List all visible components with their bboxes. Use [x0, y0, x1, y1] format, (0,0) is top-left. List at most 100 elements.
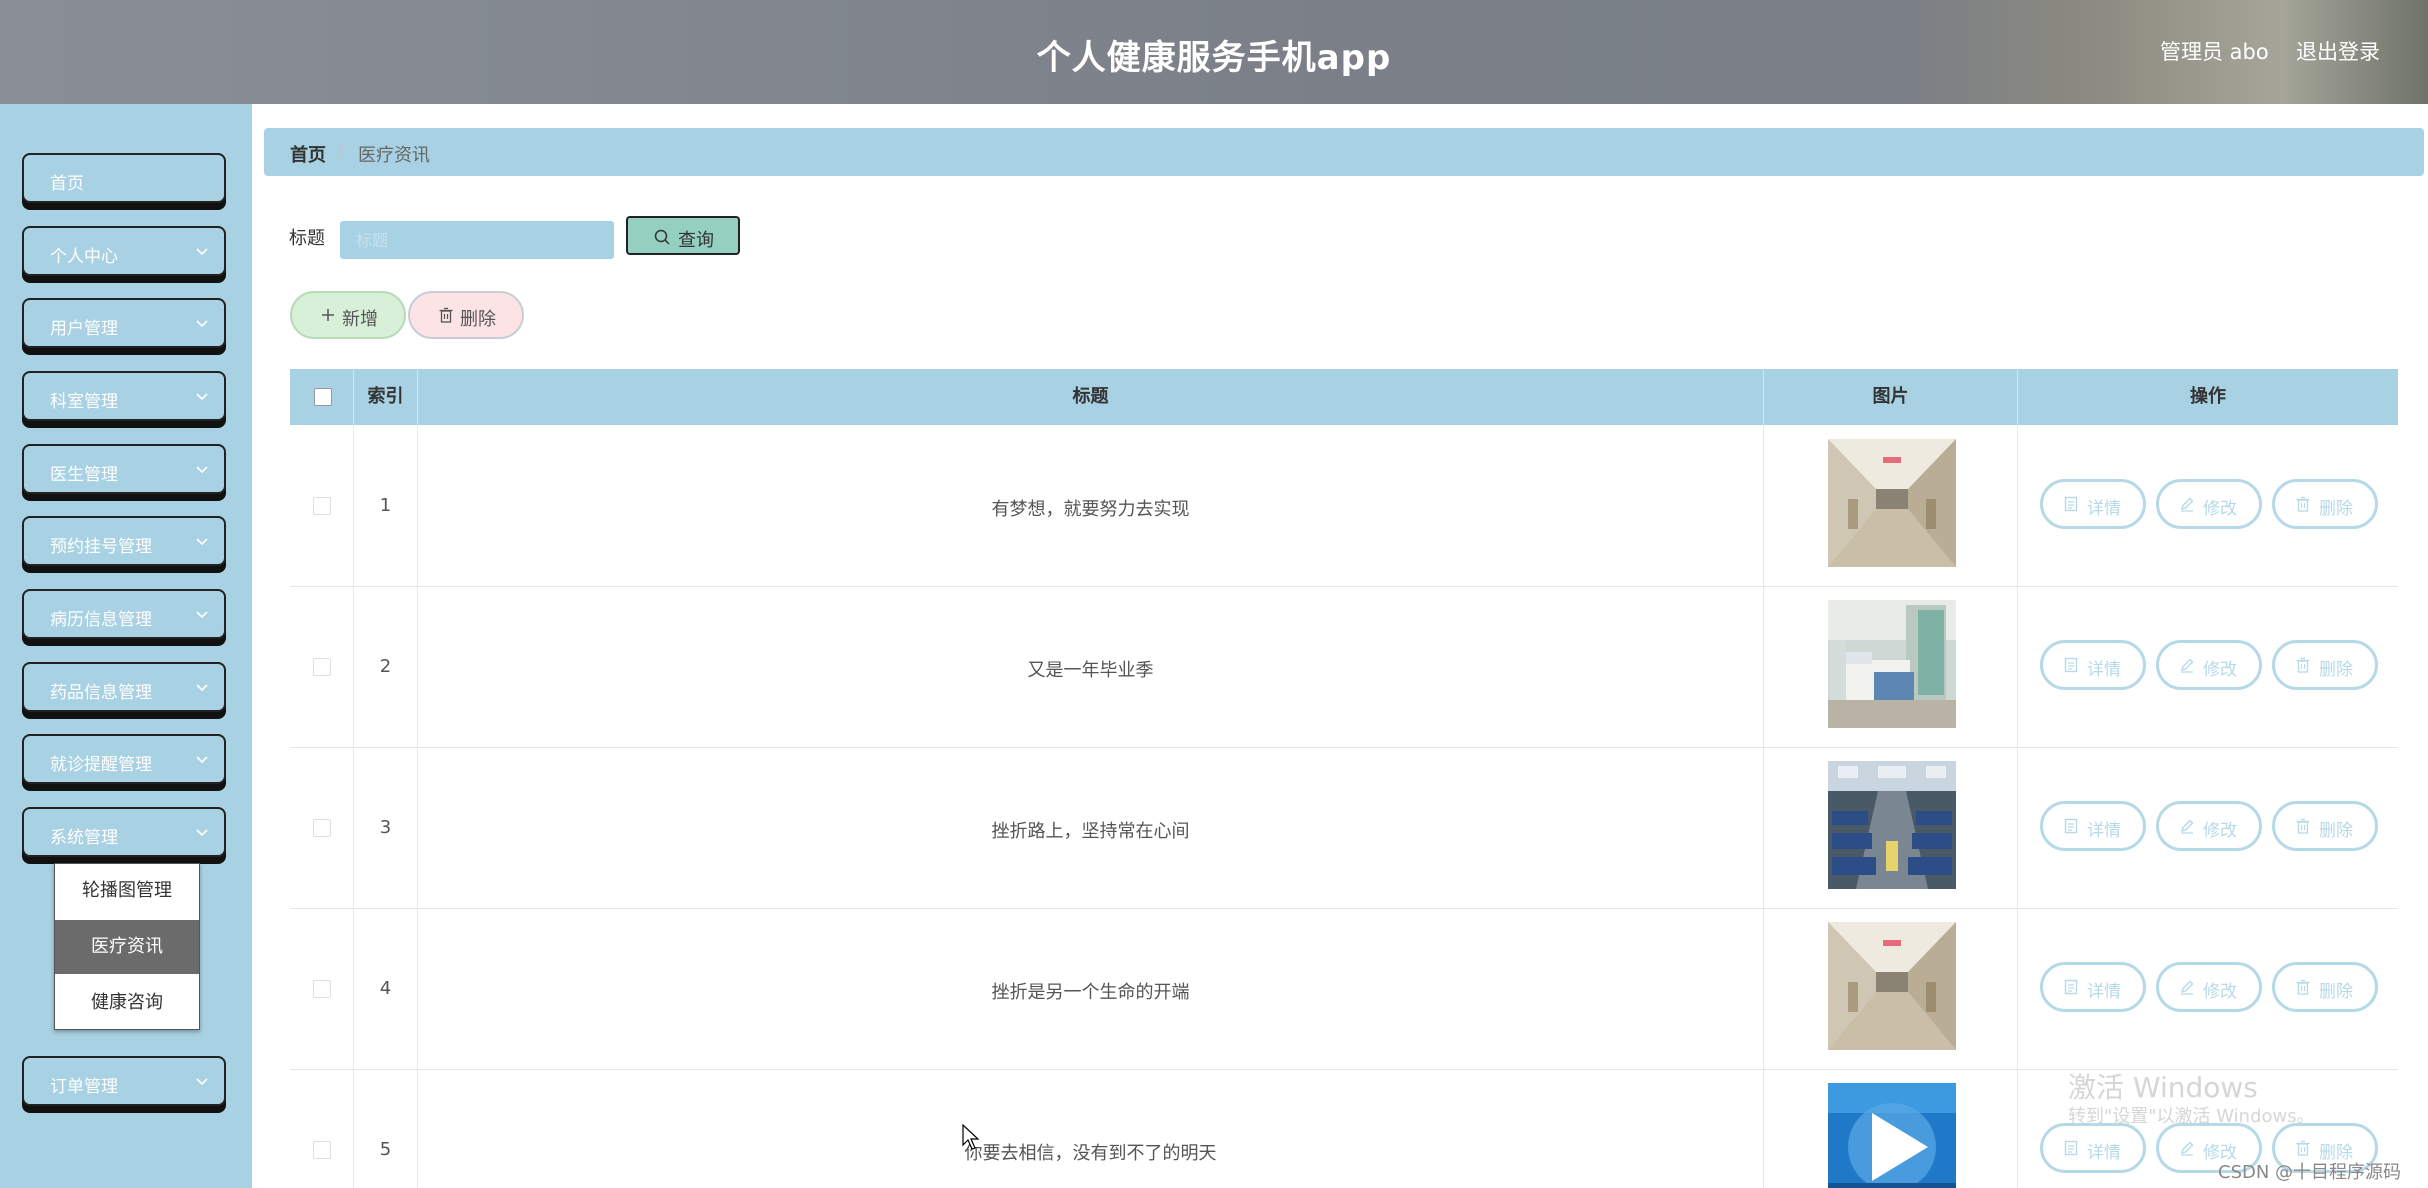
edit-pencil-icon [2180, 658, 2194, 673]
chevron-down-icon [196, 248, 208, 256]
index-cell: 4 [354, 908, 418, 1070]
actions-cell: 详情 修改 删除 [2018, 586, 2398, 748]
csdn-watermark: CSDN @十目程序源码 [2218, 1162, 2402, 1183]
title-cell: 有梦想，就要努力去实现 [418, 425, 1764, 587]
trash-icon [2296, 496, 2310, 512]
delete-button[interactable]: 删除 [2272, 962, 2378, 1012]
row-title: 又是一年毕业季 [1027, 660, 1154, 681]
chevron-down-icon [196, 320, 208, 328]
row-index: 2 [379, 656, 392, 677]
delete-button-label: 删除 [2319, 660, 2353, 679]
search-label: 标题 [289, 228, 325, 249]
breadcrumb-separator: / [337, 141, 344, 162]
sidebar-item-drug-management[interactable]: 药品信息管理 [22, 662, 226, 712]
top-header: 个人健康服务手机app 管理员 abo 退出登录 [0, 0, 2428, 104]
sidebar-item-user-management[interactable]: 用户管理 [22, 298, 226, 348]
trash-icon [2296, 657, 2310, 673]
sidebar-item-system-management[interactable]: 系统管理 [22, 807, 226, 857]
row-title: 挫折是另一个生命的开端 [991, 982, 1190, 1003]
news-thumbnail[interactable] [1828, 761, 1956, 889]
column-header-index: 索引 [354, 369, 418, 425]
sidebar-item-label: 系统管理 [50, 828, 118, 848]
row-checkbox[interactable] [313, 497, 331, 515]
breadcrumb-current: 医疗资讯 [358, 145, 430, 166]
row-checkbox[interactable] [313, 980, 331, 998]
windows-activation-watermark: 激活 Windows [2068, 1071, 2258, 1104]
sidebar-item-order-management[interactable]: 订单管理 [22, 1056, 226, 1106]
document-icon [2064, 657, 2078, 673]
detail-button-label: 详情 [2087, 982, 2121, 1001]
delete-button[interactable]: 删除 [2272, 801, 2378, 851]
sidebar-item-home[interactable]: 首页 [22, 153, 226, 203]
add-button[interactable]: 新增 [290, 291, 406, 339]
row-index: 1 [379, 495, 392, 516]
news-thumbnail[interactable] [1828, 439, 1956, 567]
edit-pencil-icon [2180, 980, 2194, 995]
edit-pencil-icon [2180, 819, 2194, 834]
edit-button[interactable]: 修改 [2156, 479, 2262, 529]
detail-button[interactable]: 详情 [2040, 640, 2146, 690]
actions-cell: 详情 修改 删除 [2018, 747, 2398, 909]
row-checkbox[interactable] [313, 658, 331, 676]
edit-button[interactable]: 修改 [2156, 801, 2262, 851]
sidebar-item-visit-reminder-management[interactable]: 就诊提醒管理 [22, 734, 226, 784]
sidebar-item-medical-record-management[interactable]: 病历信息管理 [22, 589, 226, 639]
chevron-down-icon [196, 1078, 208, 1086]
sidebar-item-label: 病历信息管理 [50, 610, 152, 630]
delete-button[interactable]: 删除 [2272, 640, 2378, 690]
image-cell [1764, 586, 2018, 748]
select-all-checkbox[interactable] [314, 388, 332, 406]
row-index: 3 [379, 817, 392, 838]
image-cell [1764, 425, 2018, 587]
row-index: 4 [379, 978, 392, 999]
edit-button-label: 修改 [2203, 660, 2237, 679]
title-search-input[interactable] [340, 221, 614, 259]
detail-button[interactable]: 详情 [2040, 1123, 2146, 1173]
submenu-item-carousel[interactable]: 轮播图管理 [55, 864, 199, 918]
search-icon [654, 229, 670, 245]
detail-button-label: 详情 [2087, 1143, 2121, 1162]
image-cell [1764, 1069, 2018, 1188]
batch-delete-button[interactable]: 删除 [408, 291, 524, 339]
delete-button[interactable]: 删除 [2272, 479, 2378, 529]
row-title: 挫折路上，坚持常在心间 [991, 821, 1190, 842]
detail-button[interactable]: 详情 [2040, 479, 2146, 529]
breadcrumb-home[interactable]: 首页 [290, 141, 326, 167]
edit-button[interactable]: 修改 [2156, 640, 2262, 690]
logout-link[interactable]: 退出登录 [2296, 36, 2380, 66]
sidebar-item-department-management[interactable]: 科室管理 [22, 371, 226, 421]
select-cell [290, 1069, 354, 1188]
table-row: 2 又是一年毕业季 详情 修改 删除 [290, 586, 2398, 748]
sidebar-item-personal-center[interactable]: 个人中心 [22, 226, 226, 276]
actions-cell: 详情 修改 删除 [2018, 425, 2398, 587]
submenu-item-health-consult[interactable]: 健康咨询 [55, 976, 199, 1030]
app-title: 个人健康服务手机app [1036, 38, 1392, 78]
trash-icon [2296, 1140, 2310, 1156]
sidebar-item-label: 个人中心 [50, 247, 118, 267]
sidebar-item-appointment-management[interactable]: 预约挂号管理 [22, 516, 226, 566]
detail-button[interactable]: 详情 [2040, 801, 2146, 851]
document-icon [2064, 818, 2078, 834]
edit-button[interactable]: 修改 [2156, 962, 2262, 1012]
table-row: 1 有梦想，就要努力去实现 详情 修改 删除 [290, 425, 2398, 587]
current-user: 管理员 abo [2160, 40, 2269, 64]
news-thumbnail[interactable] [1828, 600, 1956, 728]
select-cell [290, 425, 354, 587]
breadcrumb: 首页 / 医疗资讯 [264, 128, 2424, 176]
query-button[interactable]: 查询 [626, 216, 740, 255]
row-checkbox[interactable] [313, 1141, 331, 1159]
sidebar-item-doctor-management[interactable]: 医生管理 [22, 444, 226, 494]
detail-button[interactable]: 详情 [2040, 962, 2146, 1012]
column-header-title: 标题 [418, 369, 1764, 425]
row-title: 你要去相信，没有到不了的明天 [964, 1143, 1217, 1164]
image-cell [1764, 908, 2018, 1070]
news-thumbnail[interactable] [1828, 1083, 1956, 1188]
submenu-item-medical-news[interactable]: 医疗资讯 [55, 920, 199, 974]
news-thumbnail[interactable] [1828, 922, 1956, 1050]
plus-icon [322, 309, 334, 321]
sidebar-item-label: 医生管理 [50, 465, 118, 485]
title-cell: 挫折路上，坚持常在心间 [418, 747, 1764, 909]
row-checkbox[interactable] [313, 819, 331, 837]
sidebar-item-label: 就诊提醒管理 [50, 755, 152, 775]
detail-button-label: 详情 [2087, 660, 2121, 679]
